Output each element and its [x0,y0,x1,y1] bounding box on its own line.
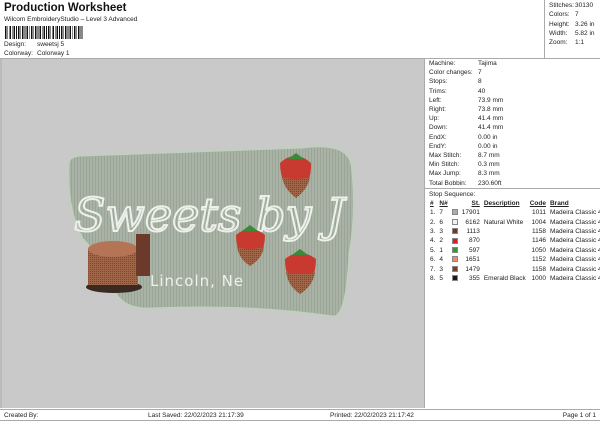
detail-row: Total Bobbin: 230.60ft [429,179,502,187]
table-row: 8. 5 355 Emerald Black 1000 Madeira Classic 4… [430,274,600,282]
detail-row: Max Jump: 8.3 mm [429,170,500,178]
col-header: Brand [549,200,569,207]
detail-row: Trims: 40 [429,87,486,95]
color-swatch [451,256,458,263]
barcode [5,26,83,39]
design-value: sweetsj 5 [37,41,65,48]
color-swatch [451,228,458,235]
table-row: 7. 3 1479 1158 Madeira Classic 40 [430,265,600,273]
col-header: # [430,200,434,207]
table-row: 6. 4 1651 1152 Madeira Classic 40 [430,256,600,264]
detail-row: Up: 41.4 mm [429,115,504,123]
created-by: Created By: [4,412,39,419]
stat-row: Width: 5.82 in [549,29,595,37]
detail-row: Min Stitch: 0.3 mm [429,161,500,169]
design-main-text: Sweets by J [74,188,347,242]
stat-row: Colors: 7 [549,11,579,19]
detail-row: Color changes: 7 [429,69,482,77]
detail-row: Down: 41.4 mm [429,124,504,132]
col-header: Description [483,200,520,207]
table-row: 3. 3 1113 1158 Madeira Classic 40 [430,227,600,235]
color-swatch [451,218,458,225]
detail-row: EndX: 0.00 in [429,133,498,141]
stop-sequence-table: # N# St. Description Code Brand 1. 7 17901… [428,199,600,283]
col-header: Code [529,200,546,207]
table-row: 1. 7 17901 1011 Madeira Classic 40 [430,209,600,217]
detail-row: Max Stitch: 8.7 mm [429,152,500,159]
footer: Created By: Last Saved: 22/02/2023 21:17… [0,409,600,421]
table-row: 2. 6 6162 Natural White 1004 Madeira Classic … [430,218,600,226]
page-number: Page 1 of 1 [562,412,596,419]
design-sub-text: Lincoln, Ne [150,272,244,290]
detail-row: Machine: Tajima [429,60,497,67]
color-swatch [451,209,458,216]
design-preview: Sweets by J Lincoln, Ne [0,59,424,408]
page-title: Production Worksheet [4,2,127,14]
detail-row: Left: 73.9 mm [429,96,504,104]
detail-row: EndY: 0.00 in [429,142,498,150]
color-swatch [451,275,458,282]
details-panel: Machine: Tajima Color changes: 7 Stops: 8 Trim… [424,59,600,408]
embroidery-design: Sweets by J Lincoln, Ne [66,144,357,319]
last-saved: Last Saved: 22/02/2023 21:17:39 [148,412,244,419]
table-row: 5. 1 597 1050 Madeira Classic 40 [430,246,600,254]
printed-date: Printed: 22/02/2023 21:17:42 [330,412,414,419]
software-name: Wilcom EmbroideryStudio – Level 3 Advanc… [4,16,138,23]
stats-box: Stitches: 30130 Colors: 7 Height: 3.26 in Widt… [544,0,600,58]
detail-row: Right: 73.8 mm [429,106,504,113]
colorway-value: Colorway 1 [37,50,70,57]
table-row: 4. 2 870 1146 Madeira Classic 40 [430,237,600,245]
detail-row: Stops: 8 [429,78,482,86]
stat-row: Height: 3.26 in [549,20,595,28]
col-header: N# [439,200,448,207]
colorway-label: Colorway: [4,50,33,57]
color-swatch [451,247,458,254]
col-header: St. [471,200,480,207]
color-swatch [451,265,458,272]
color-swatch [451,237,458,244]
design-label: Design: [4,41,27,48]
stat-row: Stitches: 30130 [549,2,594,9]
stat-row: Zoom: 1:1 [549,39,585,47]
